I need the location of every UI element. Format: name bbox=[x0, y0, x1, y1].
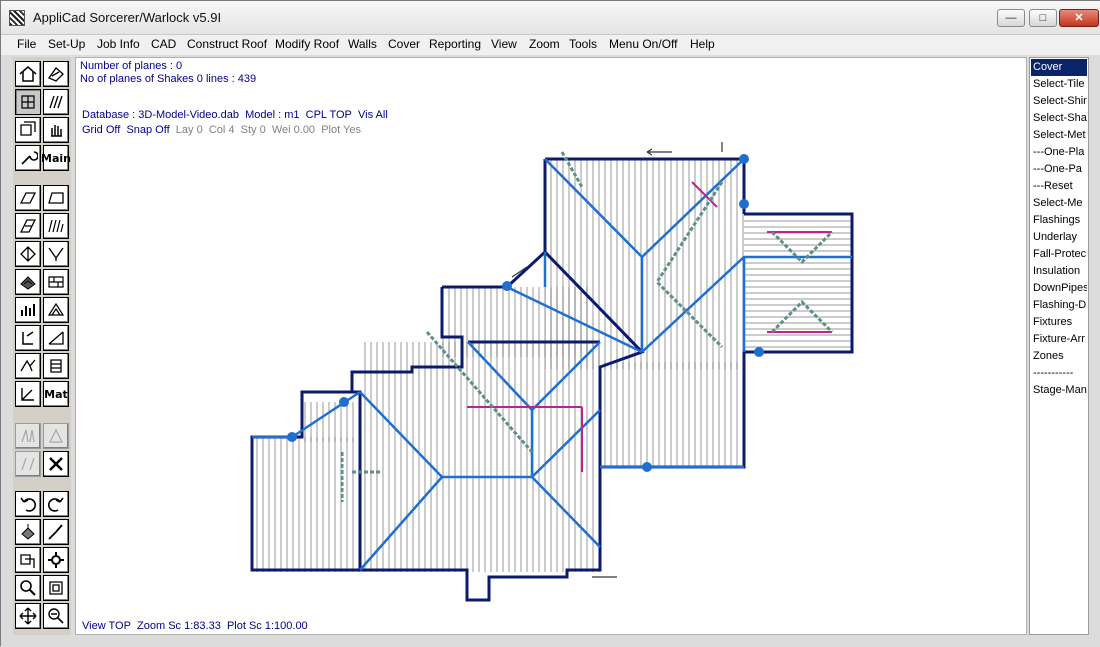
cmd-select-me[interactable]: Select-Me bbox=[1031, 195, 1087, 212]
stack-icon[interactable] bbox=[43, 353, 69, 379]
layers-icon[interactable] bbox=[15, 117, 41, 143]
menu-walls[interactable]: Walls bbox=[348, 37, 377, 51]
brick-icon[interactable] bbox=[43, 269, 69, 295]
title-bar: AppliCad Sorcerer/Warlock v5.9I — □ ✕ bbox=[1, 1, 1100, 35]
dormer-icon[interactable] bbox=[15, 353, 41, 379]
plane-icon[interactable] bbox=[15, 185, 41, 211]
cmd-select-shingle[interactable]: Select-Shin bbox=[1031, 93, 1087, 110]
hatch-icon[interactable] bbox=[43, 213, 69, 239]
cmd-fall-protection[interactable]: Fall-Protec bbox=[1031, 246, 1087, 263]
wrench-icon[interactable] bbox=[15, 145, 41, 171]
cmd-select-metal[interactable]: Select-Met bbox=[1031, 127, 1087, 144]
maximize-button[interactable]: □ bbox=[1029, 9, 1057, 27]
delete-icon[interactable] bbox=[43, 451, 69, 477]
shake-icon[interactable] bbox=[43, 61, 69, 87]
cmd-underlay[interactable]: Underlay bbox=[1031, 229, 1087, 246]
minimize-button[interactable]: — bbox=[997, 9, 1025, 27]
cmd-fixtures[interactable]: Fixtures bbox=[1031, 314, 1087, 331]
cut-icon[interactable] bbox=[15, 213, 41, 239]
cmd-separator: ----------- bbox=[1033, 367, 1074, 379]
pan-icon[interactable] bbox=[15, 603, 41, 629]
roof-batten-hatching bbox=[252, 159, 852, 572]
grid-icon[interactable] bbox=[15, 89, 41, 115]
pitch-icon[interactable] bbox=[15, 381, 41, 407]
fan-icon[interactable] bbox=[43, 89, 69, 115]
mirror-icon[interactable] bbox=[15, 423, 41, 449]
zoom-in-icon[interactable] bbox=[15, 575, 41, 601]
menu-tools[interactable]: Tools bbox=[569, 37, 597, 51]
mirror2-icon[interactable] bbox=[43, 423, 69, 449]
gear-icon[interactable] bbox=[43, 547, 69, 573]
cmd-insulation[interactable]: Insulation bbox=[1031, 263, 1087, 280]
status-line: View TOP Zoom Sc 1:83.33 Plot Sc 1:100.0… bbox=[82, 620, 308, 632]
view-status: View TOP bbox=[82, 620, 131, 632]
cmd-flashings[interactable]: Flashings bbox=[1031, 212, 1087, 229]
cmd-select-shake[interactable]: Select-Sha bbox=[1031, 110, 1087, 127]
mat-icon[interactable]: Mat bbox=[43, 381, 69, 407]
hand-icon[interactable] bbox=[43, 117, 69, 143]
zoom-scale: Zoom Sc 1:83.33 bbox=[137, 620, 221, 632]
trim-icon[interactable] bbox=[15, 325, 41, 351]
app-icon bbox=[9, 10, 25, 26]
mirror3-icon[interactable] bbox=[15, 451, 41, 477]
slope-icon[interactable] bbox=[43, 325, 69, 351]
command-list: Cover Select-Tile Select-Shin Select-Sha… bbox=[1029, 57, 1089, 635]
menu-reporting[interactable]: Reporting bbox=[429, 37, 481, 51]
cmd-fixture-arr[interactable]: Fixture-Arr bbox=[1031, 331, 1087, 348]
menu-zoom[interactable]: Zoom bbox=[529, 37, 560, 51]
menu-menu-on-off[interactable]: Menu On/Off bbox=[609, 37, 677, 51]
main-icon[interactable]: Main bbox=[41, 145, 71, 171]
drawing-canvas[interactable]: Number of planes : 0 No of planes of Sha… bbox=[75, 57, 1027, 635]
cmd-downpipes[interactable]: DownPipes bbox=[1031, 280, 1087, 297]
chart-icon[interactable] bbox=[15, 297, 41, 323]
plane2-icon[interactable] bbox=[43, 185, 69, 211]
menu-file[interactable]: File bbox=[17, 37, 36, 51]
roof-plan-drawing[interactable] bbox=[76, 58, 1026, 634]
hip-icon[interactable] bbox=[15, 241, 41, 267]
cmd-stage-man[interactable]: Stage-Man bbox=[1031, 382, 1087, 399]
zoom-window-icon[interactable] bbox=[43, 603, 69, 629]
menu-construct-roof[interactable]: Construct Roof bbox=[187, 37, 267, 51]
app-window: AppliCad Sorcerer/Warlock v5.9I — □ ✕ Fi… bbox=[0, 0, 1100, 647]
redo-icon[interactable] bbox=[43, 491, 69, 517]
valley-icon[interactable] bbox=[43, 241, 69, 267]
gable-icon[interactable] bbox=[43, 297, 69, 323]
cmd-one-plane[interactable]: ---One-Pla bbox=[1031, 144, 1087, 161]
menu-cad[interactable]: CAD bbox=[151, 37, 176, 51]
close-button[interactable]: ✕ bbox=[1059, 9, 1099, 27]
cmd-reset[interactable]: ---Reset bbox=[1031, 178, 1087, 195]
window-title: AppliCad Sorcerer/Warlock v5.9I bbox=[33, 10, 222, 25]
menu-bar: File Set-Up Job Info CAD Construct Roof … bbox=[1, 35, 1100, 55]
copy-icon[interactable] bbox=[15, 547, 41, 573]
plot-scale: Plot Sc 1:100.00 bbox=[226, 620, 308, 632]
cmd-one-pa[interactable]: ---One-Pa bbox=[1031, 161, 1087, 178]
menu-job-info[interactable]: Job Info bbox=[97, 37, 140, 51]
menu-view[interactable]: View bbox=[491, 37, 517, 51]
tile-icon[interactable] bbox=[15, 269, 41, 295]
brush-icon[interactable] bbox=[43, 519, 69, 545]
cmd-flashing-d[interactable]: Flashing-D bbox=[1031, 297, 1087, 314]
tool-palette: Main Mat bbox=[13, 57, 71, 635]
menu-cover[interactable]: Cover bbox=[388, 37, 420, 51]
menu-modify-roof[interactable]: Modify Roof bbox=[275, 37, 339, 51]
menu-setup[interactable]: Set-Up bbox=[48, 37, 85, 51]
roof-icon[interactable] bbox=[15, 61, 41, 87]
cmd-cover[interactable]: Cover bbox=[1031, 59, 1087, 76]
zoom-fit-icon[interactable] bbox=[43, 575, 69, 601]
menu-help[interactable]: Help bbox=[690, 37, 715, 51]
undo-icon[interactable] bbox=[15, 491, 41, 517]
cmd-zones[interactable]: Zones bbox=[1031, 348, 1087, 365]
paint-icon[interactable] bbox=[15, 519, 41, 545]
cmd-select-tile[interactable]: Select-Tile bbox=[1031, 76, 1087, 93]
